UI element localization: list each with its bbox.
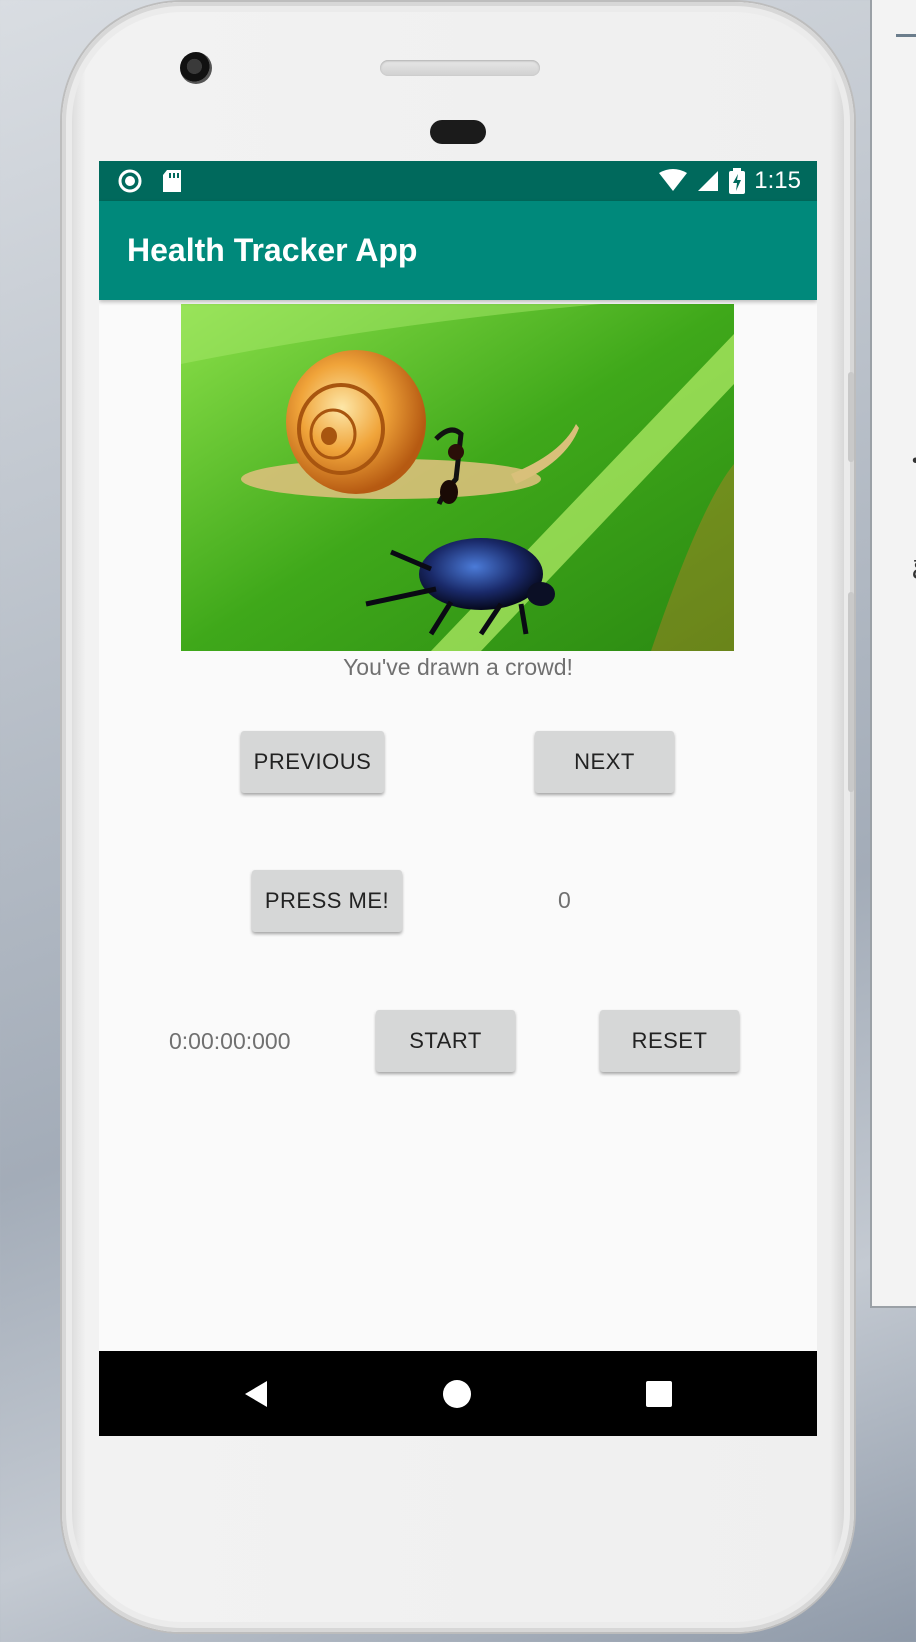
proximity-sensor <box>430 120 486 144</box>
status-bar: 1:15 <box>99 161 817 201</box>
back-icon <box>245 1380 267 1407</box>
recents-button[interactable] <box>619 1351 699 1436</box>
phone-screen: 1:15 Health Tracker App You've drawn a c… <box>99 161 817 1436</box>
cell-signal-icon <box>698 171 719 191</box>
stopwatch-time: 0:00:00:000 <box>169 1028 291 1054</box>
front-camera <box>180 52 212 84</box>
main-content: You've drawn a crowd! PREVIOUS NEXT PRES… <box>99 300 817 1311</box>
reset-button[interactable]: RESET <box>600 1010 739 1072</box>
background-window-panel: • ξ <box>870 0 916 1308</box>
press-counter: 0 <box>558 887 571 913</box>
back-button[interactable] <box>216 1351 296 1436</box>
home-button[interactable] <box>417 1351 497 1436</box>
battery-charging-icon <box>729 168 746 194</box>
earpiece-speaker <box>380 60 540 76</box>
app-title: Health Tracker App <box>127 232 418 268</box>
image-caption: You've drawn a crowd! <box>343 654 573 680</box>
background-glyph: • <box>912 450 916 473</box>
sync-circle-icon <box>118 169 142 193</box>
background-glyph: ξ <box>912 555 916 586</box>
minimize-icon <box>896 34 916 37</box>
previous-button[interactable]: PREVIOUS <box>241 731 384 793</box>
start-button[interactable]: START <box>376 1010 515 1072</box>
sd-card-icon <box>163 170 181 192</box>
next-button[interactable]: NEXT <box>535 731 674 793</box>
clock: 1:15 <box>754 167 801 194</box>
press-me-button[interactable]: PRESS ME! <box>252 870 402 932</box>
recents-icon <box>646 1380 672 1407</box>
system-navigation-bar <box>99 1351 817 1436</box>
snail-ant-beetle-photo <box>181 304 734 651</box>
volume-button <box>848 372 854 462</box>
home-icon <box>443 1379 471 1408</box>
app-bar: Health Tracker App <box>99 201 817 300</box>
wifi-icon <box>659 169 688 191</box>
power-button <box>848 592 854 792</box>
